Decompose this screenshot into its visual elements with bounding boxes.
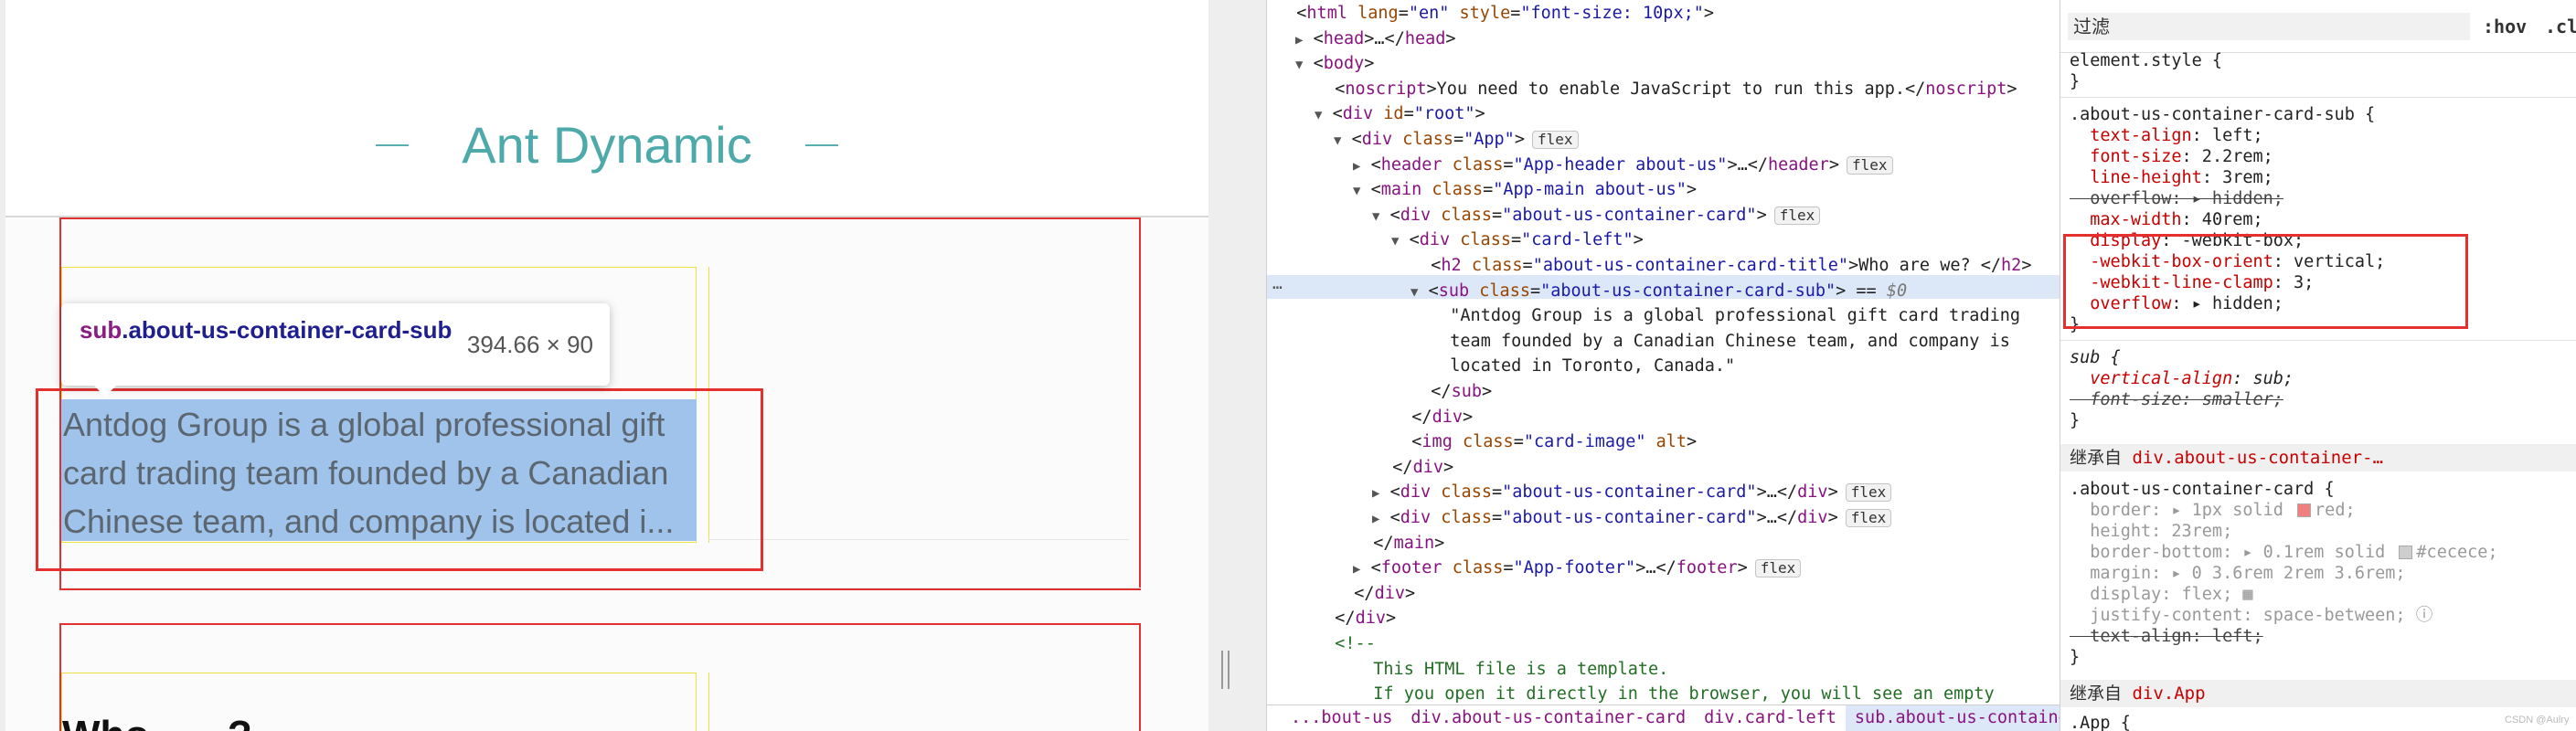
styles-panel: 过滤 :hov .cls element.style { } .about-us… (2060, 0, 2576, 731)
decl-card-text-align[interactable]: text-align: left; (2070, 626, 2262, 647)
rule-element-style: element.style { (2070, 51, 2223, 70)
dom-node-line[interactable]: </main> (1353, 531, 1444, 556)
expand-toggle-icon: ▼ (1334, 133, 1342, 148)
decl-vertical-align: vertical-align: sub; (2090, 369, 2294, 388)
expand-toggle-icon: ▼ (1410, 284, 1419, 300)
dom-node-line[interactable]: <!-- (1315, 631, 1376, 656)
rule-close-4: } (2070, 648, 2081, 667)
card-inner-line (708, 539, 1129, 540)
expand-toggle-icon: ▶ (1353, 158, 1361, 174)
dom-node-line[interactable]: <h2 class="about-us-container-card-title… (1410, 253, 2031, 278)
rule-separator-2 (2060, 340, 2576, 341)
card-divider-2 (708, 673, 709, 731)
viewport-gutter (1208, 0, 1266, 731)
decl-text-align[interactable]: text-align: left; (2070, 125, 2262, 146)
expand-toggle-icon: ▼ (1315, 108, 1323, 123)
inherited-header-app: 继承自 div.App (2060, 680, 2576, 707)
expand-toggle-icon: ▼ (1372, 208, 1380, 224)
crumb-card-left[interactable]: div.card-left (1695, 705, 1846, 731)
dom-node-line[interactable]: ▼ <body> (1295, 51, 1374, 76)
card-title-2: Who ......? (62, 713, 252, 731)
rule-selector-ua-sub: sub { (2070, 348, 2121, 367)
crumb-about-us[interactable]: ...bout-us (1267, 705, 1401, 731)
expand-toggle-icon: ▶ (1372, 486, 1380, 502)
expand-toggle-icon: ▶ (1295, 32, 1304, 48)
decl-height[interactable]: height: 23rem; (2070, 521, 2232, 542)
dom-node-line[interactable]: ▼ <div class="about-us-container-card"> f… (1372, 203, 1821, 228)
decl-card-display[interactable]: display: flex; ▦ (2070, 584, 2252, 605)
dom-node-line[interactable]: <html lang="en" style="font-size: 10px;"… (1276, 1, 1714, 26)
dom-node-line[interactable]: </sub> (1410, 379, 1492, 404)
breadcrumb: ...bout-us div.about-us-container-card div… (1267, 705, 2060, 731)
decl-overflow-struck[interactable]: overflow: ▸ hidden; (2070, 188, 2283, 209)
dom-node-line[interactable]: <noscript>You need to enable JavaScript … (1315, 77, 2017, 101)
dom-node-line[interactable]: ▶ <div class="about-us-container-card">…… (1372, 505, 1892, 530)
dom-node-line[interactable]: team founded by a Canadian Chinese team,… (1430, 329, 2010, 354)
decl-ua-font-size: font-size: smaller; (2070, 390, 2283, 409)
tooltip-selector: sub.about-us-container-card-sub (80, 316, 452, 344)
brand-title: Ant Dynamic (462, 116, 752, 174)
inspector-tooltip: sub.about-us-container-card-sub 394.66 ×… (61, 303, 610, 397)
elements-panel: … <html lang="en" style="font-size: 10px… (1266, 0, 2060, 731)
decl-line-height[interactable]: line-height: 3rem; (2070, 167, 2273, 188)
decl-border-bottom[interactable]: border-bottom: ▸ 0.1rem solid #cecece; (2070, 542, 2497, 563)
dom-node-line[interactable]: ▼ <div class="card-left"> (1391, 228, 1644, 252)
brand-title-row: Ant Dynamic (5, 115, 1208, 175)
page-header: Ant Dynamic (5, 27, 1208, 217)
dom-node-line[interactable]: located in Toronto, Canada." (1430, 354, 1735, 378)
decl-margin[interactable]: margin: ▸ 0 3.6rem 2rem 3.6rem; (2070, 563, 2405, 584)
rule-selector-card[interactable]: .about-us-container-card { (2070, 479, 2335, 500)
decl-justify[interactable]: justify-content: space-between; ⓘ (2070, 605, 2432, 626)
title-dash-left (376, 143, 410, 146)
filter-input[interactable]: 过滤 (2068, 13, 2470, 40)
cls-toggle[interactable]: .cls (2545, 13, 2576, 40)
annotation-box-styles (2063, 234, 2468, 329)
decl-font-size[interactable]: font-size: 2.2rem; (2070, 146, 2273, 167)
dom-node-line[interactable]: ▼ <div id="root"> (1315, 101, 1485, 126)
rule-selector-sub[interactable]: .about-us-container-card-sub { (2070, 104, 2375, 125)
title-dash-right (804, 143, 838, 146)
styles-toolbar: 过滤 :hov .cls (2060, 0, 2576, 53)
rule-separator (2060, 97, 2576, 98)
dom-node-line[interactable]: </div> (1372, 455, 1453, 480)
node-menu-dots[interactable]: … (1272, 274, 1283, 293)
dom-node-line[interactable]: </div> (1391, 405, 1473, 429)
expand-toggle-icon: ▶ (1372, 512, 1380, 526)
dom-node-line[interactable]: ▼ <main class="App-main about-us"> (1353, 177, 1697, 202)
decl-max-width[interactable]: max-width: 40rem; (2070, 209, 2262, 230)
dom-node-line[interactable]: ▶ <div class="about-us-container-card">…… (1372, 480, 1892, 504)
annotation-box-sub (36, 388, 763, 571)
dom-node-line[interactable]: ▶ <header class="App-header about-us">…<… (1353, 153, 1893, 177)
expand-toggle-icon: ▼ (1391, 234, 1400, 249)
tooltip-arrow (94, 386, 116, 397)
dom-node-line[interactable]: ▼ <sub class="about-us-container-card-su… (1410, 279, 1907, 303)
dom-node-line[interactable]: If you open it directly in the browser, … (1353, 682, 1994, 706)
rule-close: } (2070, 72, 2081, 91)
expand-toggle-icon: ▼ (1295, 58, 1304, 73)
expand-toggle-icon: ▶ (1353, 562, 1361, 577)
dom-node-line[interactable]: <img class="card-image" alt> (1391, 429, 1697, 454)
watermark: CSDN @Aulry (2505, 715, 2570, 726)
dom-node-line[interactable]: ▶ <footer class="App-footer">…</footer> f… (1353, 556, 1802, 580)
expand-toggle-icon: ▼ (1353, 184, 1361, 199)
inherited-header-card: 继承自 div.about-us-container-… (2060, 444, 2576, 471)
tooltip-size: 394.66 × 90 (466, 331, 593, 358)
hov-toggle[interactable]: :hov (2483, 13, 2527, 40)
dom-node-line[interactable]: ▼ <div class="App"> flex (1334, 127, 1579, 152)
page-preview: Ant Dynamic Antdog Group is a global pro… (0, 0, 1266, 731)
dom-node-line[interactable]: </div> (1334, 581, 1415, 606)
crumb-sub[interactable]: sub.about-us-container-card-sub (1845, 705, 2060, 731)
rule-close-3: } (2070, 411, 2081, 430)
dom-node-line[interactable]: ▶ <head>…</head> (1295, 26, 1456, 51)
dom-node-line[interactable]: "Antdog Group is a global professional g… (1430, 303, 2020, 328)
decl-border[interactable]: border: ▸ 1px solid red; (2070, 500, 2355, 521)
dom-node-line[interactable]: This HTML file is a template. (1353, 657, 1668, 682)
rule-selector-app[interactable]: .App { (2070, 713, 2131, 731)
resize-handle[interactable] (1221, 651, 1229, 689)
dom-node-line[interactable]: </div> (1315, 606, 1396, 630)
crumb-container-card[interactable]: div.about-us-container-card (1401, 705, 1695, 731)
